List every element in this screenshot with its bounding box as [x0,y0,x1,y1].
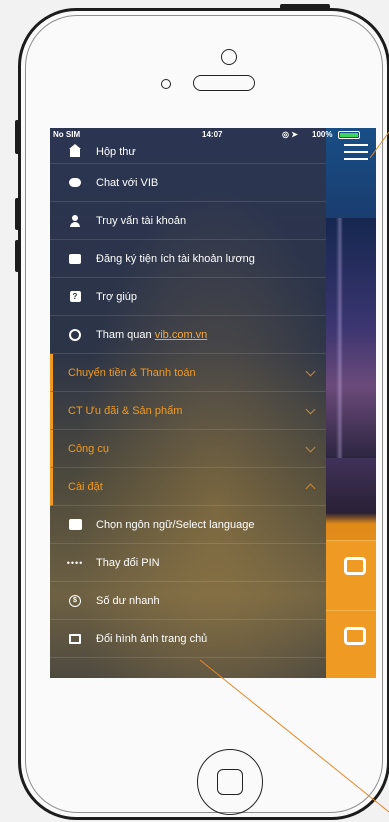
home-square-icon [217,769,243,795]
section-label: Công cụ [68,442,109,455]
menu-item-inbox[interactable]: Hộp thư [50,128,326,164]
earpiece-speaker [193,75,255,91]
help-icon: ? [68,290,82,304]
house-icon [68,144,82,159]
section-label: Cài đặt [68,480,103,493]
menu-item-label: Chat với VIB [96,176,159,189]
section-settings[interactable]: Cài đặt [50,468,326,506]
chevron-down-icon [305,366,316,377]
menu-item-label: Số dư nhanh [96,594,160,607]
transfer-tile[interactable] [326,540,376,610]
menu-item-label: Truy vấn tài khoản [96,214,187,227]
section-tools[interactable]: Công cụ [50,430,326,468]
power-button[interactable] [280,4,330,10]
card-icon [68,252,82,266]
menu-item-help[interactable]: ? Trợ giúp [50,278,326,316]
proximity-sensor [161,79,171,89]
menu-item-label: Đổi hình ảnh trang chủ [96,632,208,645]
payment-tile[interactable] [326,610,376,678]
chat-icon [68,176,82,190]
image-icon [68,632,82,646]
menu-item-label: Chọn ngôn ngữ/Select language [96,518,255,531]
hamburger-menu-icon[interactable] [344,144,368,162]
menu-item-visit[interactable]: Tham quan vib.com.vn [50,316,326,354]
volume-down-button[interactable] [15,240,21,272]
section-label: Chuyển tiền & Thanh toán [68,366,196,379]
pin-dots-icon: •••• [66,557,84,568]
home-preview-panel[interactable] [326,128,376,678]
chevron-down-icon [305,442,316,453]
battery-icon [338,131,360,139]
chevron-down-icon [305,404,316,415]
transfer-icon [344,557,366,575]
menu-item-label: Đăng ký tiện ích tài khoản lương [96,252,255,265]
language-icon [68,518,82,532]
front-camera [221,49,237,65]
menu-item-chat[interactable]: Chat với VIB [50,164,326,202]
menu-item-label: Thay đổi PIN [96,556,160,569]
website-link[interactable]: vib.com.vn [155,329,208,341]
menu-item-account-query[interactable]: Truy vấn tài khoản [50,202,326,240]
section-transfer-payment[interactable]: Chuyển tiền & Thanh toán [50,354,326,392]
menu-item-label: Trợ giúp [96,290,138,303]
settings-item-change-home-image[interactable]: Đổi hình ảnh trang chủ [50,620,326,658]
dollar-icon: $ [68,594,82,608]
home-button[interactable] [197,749,263,815]
city-background-image [326,218,376,458]
menu-item-label: Tham quan [96,328,152,341]
payment-icon [344,627,366,645]
globe-icon [68,328,82,342]
settings-item-quick-balance[interactable]: $ Số dư nhanh [50,582,326,620]
volume-up-button[interactable] [15,198,21,230]
section-offers-products[interactable]: CT Ưu đãi & Sản phẩm [50,392,326,430]
settings-item-language[interactable]: Chọn ngôn ngữ/Select language [50,506,326,544]
settings-item-change-pin[interactable]: •••• Thay đổi PIN [50,544,326,582]
app-screen: No SIM 14:07 ◎ ➤ 100% Hộp thư Chat với V… [50,128,376,678]
chevron-up-icon [305,483,316,494]
user-icon [68,214,82,228]
mute-switch[interactable] [15,120,21,154]
section-label: CT Ưu đãi & Sản phẩm [68,404,183,417]
menu-item-salary-register[interactable]: Đăng ký tiện ích tài khoản lương [50,240,326,278]
menu-item-label: Hộp thư [96,145,136,158]
